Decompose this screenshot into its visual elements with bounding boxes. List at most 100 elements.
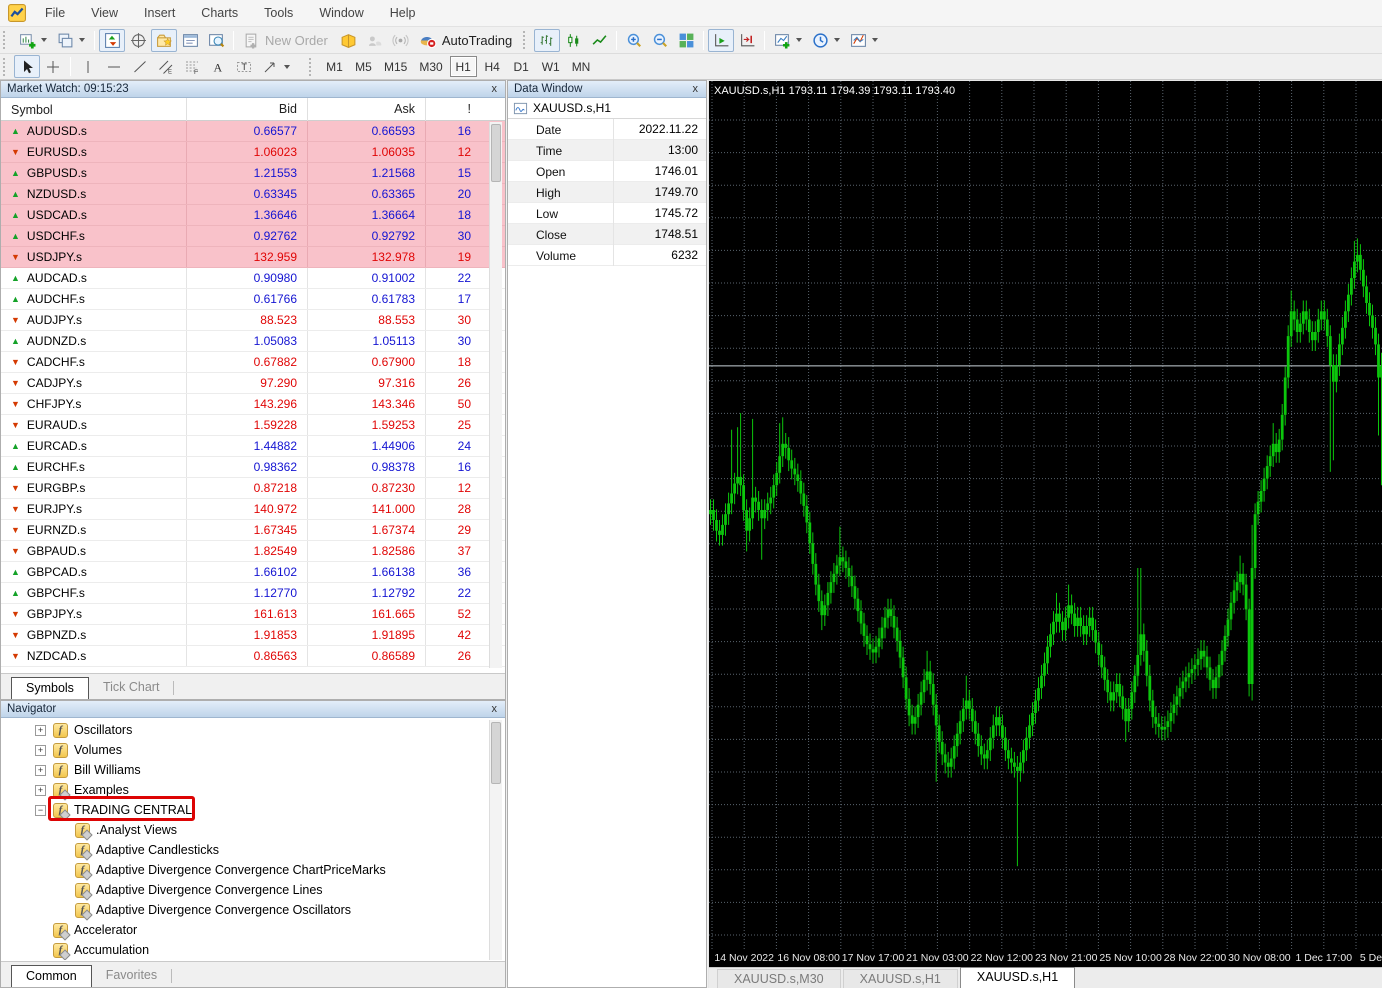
market-watch-row[interactable]: ▼GBPNZD.s1.918531.9189542 bbox=[1, 625, 505, 646]
community-button[interactable] bbox=[362, 29, 388, 52]
column-symbol[interactable]: Symbol bbox=[1, 103, 186, 117]
close-icon[interactable]: x bbox=[490, 703, 500, 715]
menu-tools[interactable]: Tools bbox=[251, 0, 306, 26]
zoom-in-button[interactable] bbox=[621, 29, 647, 52]
tab-common[interactable]: Common bbox=[11, 965, 92, 987]
zoom-out-button[interactable] bbox=[647, 29, 673, 52]
indicators-dropdown[interactable] bbox=[796, 38, 802, 42]
market-watch-scrollbar[interactable] bbox=[489, 122, 502, 668]
market-watch-row[interactable]: ▼EURNZD.s1.673451.6737429 bbox=[1, 520, 505, 541]
chart-tab-xauusd-h1-active[interactable]: XAUUSD.s,H1 bbox=[960, 967, 1075, 988]
channel-tool-button[interactable]: E bbox=[153, 55, 179, 78]
column-bid[interactable]: Bid bbox=[186, 98, 307, 121]
navigator-item[interactable]: fAdaptive Divergence Convergence Lines bbox=[1, 880, 489, 900]
market-watch-row[interactable]: ▼CHFJPY.s143.296143.34650 bbox=[1, 394, 505, 415]
price-chart[interactable]: XAUUSD.s,H1 1793.11 1794.39 1793.11 1793… bbox=[709, 81, 1382, 949]
market-watch-row[interactable]: ▲GBPUSD.s1.215531.2156815 bbox=[1, 163, 505, 184]
periods-dropdown[interactable] bbox=[834, 38, 840, 42]
timeframe-h1-button[interactable]: H1 bbox=[450, 56, 477, 77]
market-watch-row[interactable]: ▲AUDCHF.s0.617660.6178317 bbox=[1, 289, 505, 310]
timeframe-mn-button[interactable]: MN bbox=[567, 56, 596, 77]
market-watch-row[interactable]: ▲EURCHF.s0.983620.9837816 bbox=[1, 457, 505, 478]
navigator-item[interactable]: fAccelerator bbox=[1, 920, 489, 940]
profiles-dropdown[interactable] bbox=[79, 38, 85, 42]
column-spread[interactable]: ! bbox=[425, 98, 481, 121]
timeframe-m5-button[interactable]: M5 bbox=[350, 56, 377, 77]
navigator-item[interactable]: fAdaptive Candlesticks bbox=[1, 840, 489, 860]
menu-window[interactable]: Window bbox=[306, 0, 376, 26]
market-watch-row[interactable]: ▲USDCHF.s0.927620.9279230 bbox=[1, 226, 505, 247]
market-watch-row[interactable]: ▲GBPCAD.s1.661021.6613836 bbox=[1, 562, 505, 583]
timeframe-m30-button[interactable]: M30 bbox=[414, 56, 447, 77]
toolbar-grip[interactable] bbox=[3, 31, 9, 49]
market-watch-row[interactable]: ▲NZDUSD.s0.633450.6336520 bbox=[1, 184, 505, 205]
terminal-toggle-button[interactable] bbox=[177, 29, 203, 52]
navigator-item[interactable]: +fOscillators bbox=[1, 720, 489, 740]
expand-icon[interactable]: + bbox=[35, 725, 46, 736]
crosshair-tool-button[interactable] bbox=[40, 55, 66, 78]
text-tool-button[interactable]: A bbox=[205, 55, 231, 78]
toolbar-grip[interactable] bbox=[309, 58, 315, 76]
tab-symbols[interactable]: Symbols bbox=[11, 677, 89, 699]
navigator-item[interactable]: fAccumulation bbox=[1, 940, 489, 960]
new-chart-dropdown[interactable] bbox=[41, 38, 47, 42]
trendline-tool-button[interactable] bbox=[127, 55, 153, 78]
templates-button[interactable] bbox=[845, 29, 871, 52]
market-watch-row[interactable]: ▼GBPJPY.s161.613161.66552 bbox=[1, 604, 505, 625]
metaeditor-button[interactable] bbox=[336, 29, 362, 52]
market-watch-row[interactable]: ▼GBPAUD.s1.825491.8258637 bbox=[1, 541, 505, 562]
auto-scroll-button[interactable] bbox=[708, 29, 734, 52]
horizontal-line-tool-button[interactable] bbox=[101, 55, 127, 78]
market-watch-row[interactable]: ▼EURGBP.s0.872180.8723012 bbox=[1, 478, 505, 499]
menu-view[interactable]: View bbox=[78, 0, 131, 26]
new-chart-button[interactable] bbox=[14, 29, 40, 52]
navigator-item[interactable]: fAdaptive Divergence Convergence Oscilla… bbox=[1, 900, 489, 920]
bar-chart-mode-button[interactable] bbox=[534, 29, 560, 52]
market-watch-row[interactable]: ▼NZDCAD.s0.865630.8658926 bbox=[1, 646, 505, 667]
chart-tab-xauusd-m30[interactable]: XAUUSD.s,M30 bbox=[717, 969, 841, 988]
time-axis[interactable]: 14 Nov 202216 Nov 08:0017 Nov 17:0021 No… bbox=[709, 949, 1382, 967]
news-button[interactable] bbox=[388, 29, 414, 52]
market-watch-row[interactable]: ▲USDCAD.s1.366461.3666418 bbox=[1, 205, 505, 226]
close-icon[interactable]: x bbox=[691, 83, 701, 95]
new-order-button[interactable]: New Order bbox=[238, 29, 336, 52]
navigator-scrollbar-thumb[interactable] bbox=[491, 722, 501, 784]
candlestick-mode-button[interactable] bbox=[560, 29, 586, 52]
market-watch-scrollbar-thumb[interactable] bbox=[491, 124, 501, 182]
market-watch-row[interactable]: ▲AUDNZD.s1.050831.0511330 bbox=[1, 331, 505, 352]
expand-icon[interactable]: + bbox=[35, 745, 46, 756]
collapse-icon[interactable]: − bbox=[35, 805, 46, 816]
market-watch-column-headers[interactable]: Symbol Bid Ask ! bbox=[1, 98, 505, 121]
navigator-scrollbar[interactable] bbox=[489, 720, 502, 960]
expand-icon[interactable]: + bbox=[35, 785, 46, 796]
navigator-item[interactable]: +fVolumes bbox=[1, 740, 489, 760]
column-ask[interactable]: Ask bbox=[307, 98, 425, 121]
market-watch-row[interactable]: ▼AUDJPY.s88.52388.55330 bbox=[1, 310, 505, 331]
navigator-item[interactable]: f.Analyst Views bbox=[1, 820, 489, 840]
chart-shift-button[interactable] bbox=[734, 29, 760, 52]
menu-charts[interactable]: Charts bbox=[188, 0, 251, 26]
navigator-toggle-button[interactable] bbox=[151, 29, 177, 52]
autotrading-button[interactable]: AutoTrading bbox=[414, 29, 520, 52]
menu-insert[interactable]: Insert bbox=[131, 0, 188, 26]
toolbar-grip[interactable] bbox=[523, 31, 529, 49]
templates-dropdown[interactable] bbox=[872, 38, 878, 42]
market-watch-toggle-button[interactable] bbox=[99, 29, 125, 52]
menu-help[interactable]: Help bbox=[377, 0, 429, 26]
text-label-tool-button[interactable]: T bbox=[231, 55, 257, 78]
market-watch-row[interactable]: ▼CADJPY.s97.29097.31626 bbox=[1, 373, 505, 394]
menu-file[interactable]: File bbox=[32, 0, 78, 26]
toolbar-grip[interactable] bbox=[3, 58, 9, 76]
data-window-toggle-button[interactable] bbox=[125, 29, 151, 52]
tile-windows-button[interactable] bbox=[673, 29, 699, 52]
market-watch-row[interactable]: ▲GBPCHF.s1.127701.1279222 bbox=[1, 583, 505, 604]
timeframe-d1-button[interactable]: D1 bbox=[508, 56, 535, 77]
chart-tab-xauusd-h1[interactable]: XAUUSD.s,H1 bbox=[843, 969, 958, 988]
arrows-tool-button[interactable] bbox=[257, 55, 283, 78]
market-watch-row[interactable]: ▲EURCAD.s1.448821.4490624 bbox=[1, 436, 505, 457]
fibonacci-tool-button[interactable]: F bbox=[179, 55, 205, 78]
strategy-tester-button[interactable] bbox=[203, 29, 229, 52]
market-watch-row[interactable]: ▲AUDUSD.s0.665770.6659316 bbox=[1, 121, 505, 142]
arrows-dropdown[interactable] bbox=[284, 65, 290, 69]
profiles-button[interactable] bbox=[52, 29, 78, 52]
